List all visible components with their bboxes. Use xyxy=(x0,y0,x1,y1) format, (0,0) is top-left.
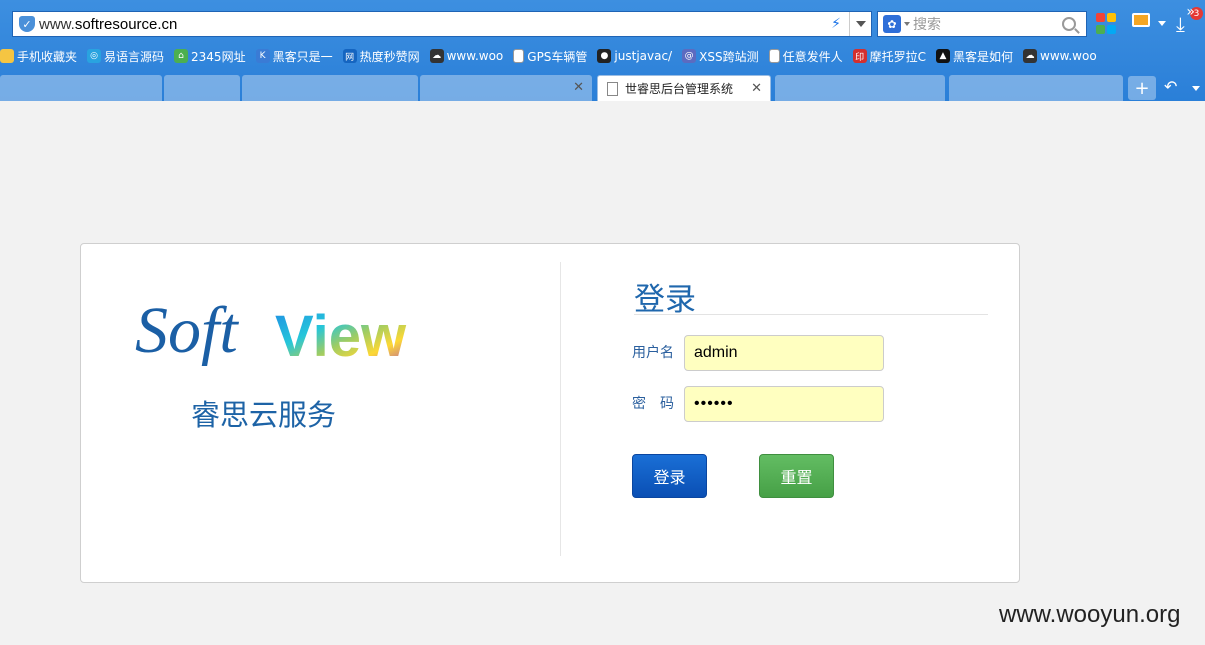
new-tab-button[interactable]: + xyxy=(1128,76,1156,100)
bookmark-label: justjavac/ xyxy=(614,49,673,63)
chevron-down-icon xyxy=(855,21,866,27)
bookmark-label: 黑客是如何 xyxy=(952,49,1013,64)
undo-close-tab-icon[interactable]: ↶ xyxy=(1164,77,1177,96)
folder-icon xyxy=(0,49,14,63)
browser-toolbar: ✓ www.softresource.cn ⚡ ✿ 搜索 ⤓ 3 手机收藏夹 ◎ 易… xyxy=(0,0,1205,101)
page-icon xyxy=(607,81,618,96)
tab-blurred-4[interactable]: ✕ xyxy=(420,75,592,101)
xss-icon: @ xyxy=(682,49,697,63)
bookmark-item[interactable]: GPS车辆管 xyxy=(513,48,587,65)
bookmark-item[interactable]: @ XSS跨站测 xyxy=(682,48,759,65)
bookmark-item[interactable]: ◎ 易语言源码 xyxy=(87,48,164,65)
service-subtitle: 睿思云服务 xyxy=(191,398,337,432)
globe-icon: ◎ xyxy=(87,49,102,63)
chevron-down-icon[interactable] xyxy=(1192,86,1200,91)
logo-view-text: View xyxy=(275,304,407,369)
logo-soft-text: Soft xyxy=(135,294,239,367)
search-box[interactable]: ✿ 搜索 xyxy=(877,11,1087,37)
bookmark-label: 热度秒赞网 xyxy=(359,49,420,64)
vertical-divider xyxy=(560,262,561,556)
page-icon xyxy=(768,49,780,63)
page-icon xyxy=(513,49,525,63)
close-tab-icon[interactable]: ✕ xyxy=(751,81,762,96)
tab-active[interactable]: 世睿思后台管理系统 ✕ xyxy=(597,75,771,101)
bookmark-label: XSS跨站测 xyxy=(699,49,759,64)
wooyun-icon: ☁ xyxy=(429,49,444,63)
security-shield-icon[interactable]: ✓ xyxy=(19,16,35,32)
apps-grid-icon[interactable] xyxy=(1096,13,1118,35)
bookmark-item[interactable]: ● justjavac/ xyxy=(597,49,672,63)
baidu-paw-icon[interactable]: ✿ xyxy=(883,15,901,33)
login-card: Soft View 睿思云服务 登录 用户名 密 码 登录 重置 xyxy=(80,243,1020,583)
login-heading: 登录 xyxy=(634,282,696,318)
url-host: softresource.cn xyxy=(74,15,178,33)
address-bar[interactable]: ✓ www.softresource.cn ⚡ xyxy=(12,11,872,37)
bookmark-item[interactable]: ⌂ 2345网址 xyxy=(174,48,246,65)
chevron-down-icon[interactable] xyxy=(904,22,910,26)
username-label: 用户名 xyxy=(632,345,674,361)
bookmark-item[interactable]: K 黑客只是一 xyxy=(255,48,333,65)
bookmark-label: 黑客只是一 xyxy=(272,49,333,64)
login-button[interactable]: 登录 xyxy=(632,454,707,498)
tab-strip: ✕ 世睿思后台管理系统 ✕ + ↶ xyxy=(0,73,1205,101)
reset-button[interactable]: 重置 xyxy=(759,454,834,498)
password-label: 密 码 xyxy=(632,396,674,412)
bookmark-item[interactable]: ☁ www.woo xyxy=(1023,49,1097,63)
wooyun-watermark: www.wooyun.org xyxy=(999,601,1181,628)
screenshot-icon[interactable] xyxy=(1132,13,1166,35)
hat-icon: ▲ xyxy=(935,49,950,63)
k-icon: K xyxy=(255,49,270,63)
tab-blurred-5[interactable] xyxy=(775,75,945,101)
bookmark-label: www.woo xyxy=(1040,49,1097,63)
bookmark-item[interactable]: ☁ www.woo xyxy=(429,49,504,63)
bookmark-label: GPS车辆管 xyxy=(527,49,588,64)
tab-label: 世睿思后台管理系统 xyxy=(625,82,734,96)
house-icon: ⌂ xyxy=(174,49,189,63)
bookmark-label: 任意发件人 xyxy=(782,49,843,64)
tab-blurred-2[interactable] xyxy=(164,75,240,101)
wooyun-icon: ☁ xyxy=(1023,49,1037,63)
bookmark-label: 手机收藏夹 xyxy=(17,49,78,64)
bookmarks-overflow-icon[interactable]: » xyxy=(1186,4,1195,20)
stamp-icon: 印 xyxy=(852,49,867,63)
bookmark-label: 2345网址 xyxy=(191,49,246,64)
url-prefix: www. xyxy=(39,15,75,33)
bookmark-item[interactable]: 印摩托罗拉C xyxy=(852,48,926,65)
password-field[interactable] xyxy=(684,386,884,422)
search-input[interactable]: 搜索 xyxy=(913,14,1062,34)
search-icon[interactable] xyxy=(1062,17,1076,31)
url-text[interactable]: www.softresource.cn xyxy=(39,16,177,33)
tab-blurred-3[interactable] xyxy=(242,75,418,101)
bookmark-item[interactable]: 任意发件人 xyxy=(768,48,843,65)
bookmark-label: 摩托罗拉C xyxy=(869,49,926,64)
bookmark-item[interactable]: 网热度秒赞网 xyxy=(342,48,420,65)
qzone-icon: 网 xyxy=(342,49,357,63)
softview-logo: Soft View xyxy=(135,288,465,378)
close-tab-icon[interactable]: ✕ xyxy=(573,80,584,95)
address-dropdown-button[interactable] xyxy=(849,12,871,36)
heading-underline xyxy=(634,314,988,315)
bookmark-label: 易语言源码 xyxy=(104,49,165,64)
tab-blurred-6[interactable] xyxy=(949,75,1123,101)
bookmark-item[interactable]: ▲ 黑客是如何 xyxy=(935,48,1013,65)
username-field[interactable] xyxy=(684,335,884,371)
bookmark-item[interactable]: 手机收藏夹 xyxy=(0,48,77,65)
bookmarks-bar: 手机收藏夹 ◎ 易语言源码 ⌂ 2345网址 K 黑客只是一网热度秒赞网 ☁ www.woo GP… xyxy=(0,44,1205,68)
speed-mode-icon[interactable]: ⚡ xyxy=(823,12,849,36)
tab-blurred-1[interactable] xyxy=(0,75,162,101)
github-icon: ● xyxy=(597,49,612,63)
bookmark-label: www.woo xyxy=(446,49,504,63)
